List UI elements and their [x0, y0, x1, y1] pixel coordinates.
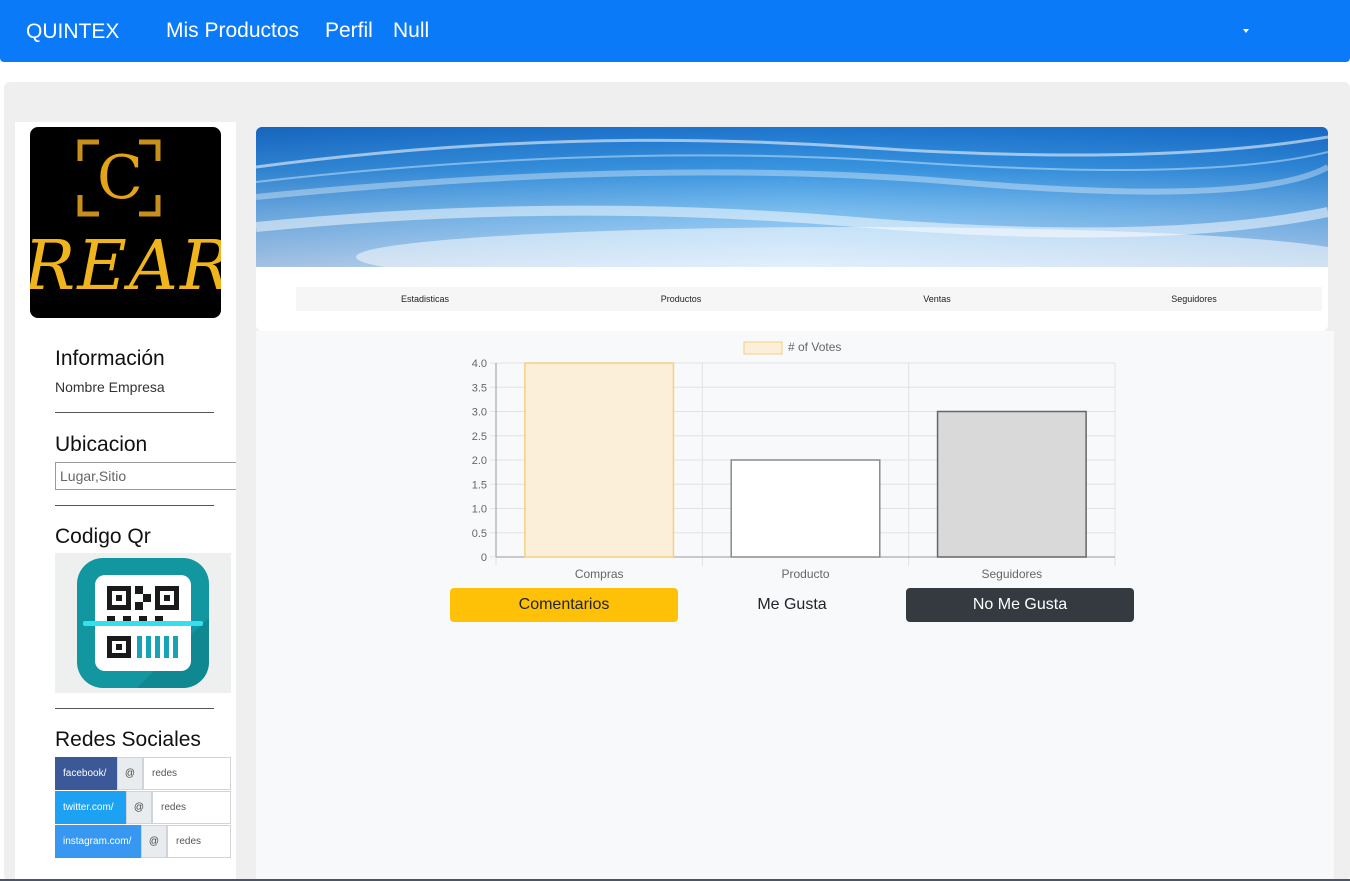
tab-bar: Estadisticas Productos Ventas Seguidores	[296, 287, 1322, 311]
qr-title: Codigo Qr	[55, 525, 151, 548]
comments-button[interactable]: Comentarios	[450, 588, 678, 622]
dislike-button[interactable]: No Me Gusta	[906, 588, 1134, 622]
votes-bar-chart: # of Votes 4.0 3.5 3.0 2.5 2.0 1.5 1.0 0.5 0 Compr…	[472, 340, 1116, 581]
qr-scan-icon	[77, 558, 209, 688]
company-name: Nombre Empresa	[55, 379, 165, 395]
logo-letter: C	[97, 143, 143, 213]
nav-link-perfil[interactable]: Perfil	[325, 19, 373, 43]
bar-producto	[730, 459, 881, 558]
legend-label: # of Votes	[788, 340, 841, 354]
nav-link-null[interactable]: Null	[393, 19, 429, 43]
location-title: Ubicacion	[55, 433, 148, 456]
tab-seguidores[interactable]: Seguidores	[1134, 287, 1254, 311]
social-row-instagram: instagram.com/ @	[55, 825, 231, 858]
logo-text: REAR	[30, 227, 221, 306]
y-tick-label: 3.5	[472, 382, 487, 394]
y-tick-label: 0	[481, 552, 487, 564]
instagram-input[interactable]	[167, 825, 231, 858]
x-tick-label: Producto	[781, 567, 829, 581]
tab-estadisticas[interactable]: Estadisticas	[365, 287, 485, 311]
facebook-input[interactable]	[143, 757, 231, 790]
y-tick-label: 0.5	[472, 528, 487, 540]
top-navbar: QUINTEX Mis Productos Perfil Null	[0, 0, 1350, 62]
divider	[55, 412, 214, 413]
social-row-facebook: facebook/ @	[55, 757, 231, 790]
info-title: Información	[55, 347, 165, 370]
dropdown-caret-icon[interactable]	[1243, 29, 1249, 33]
social-row-twitter: twitter.com/ @	[55, 791, 231, 824]
y-tick-label: 1.0	[472, 504, 487, 516]
at-addon: @	[117, 757, 143, 790]
facebook-prefix: facebook/	[55, 757, 117, 790]
social-title: Redes Sociales	[55, 728, 201, 751]
x-tick-label: Seguidores	[981, 567, 1042, 581]
x-tick-label: Compras	[575, 567, 624, 581]
twitter-input[interactable]	[152, 791, 231, 824]
like-button[interactable]: Me Gusta	[678, 588, 906, 622]
nav-link-mis-productos[interactable]: Mis Productos	[166, 19, 299, 43]
twitter-prefix: twitter.com/	[55, 791, 126, 824]
y-tick-label: 1.5	[472, 479, 487, 491]
at-addon: @	[141, 825, 167, 858]
at-addon: @	[126, 791, 152, 824]
cover-banner	[256, 127, 1328, 267]
legend-swatch	[743, 341, 783, 355]
divider	[55, 505, 214, 506]
y-tick-label: 2.5	[472, 431, 487, 443]
y-tick-label: 3.0	[472, 407, 487, 419]
y-tick-label: 4.0	[472, 358, 487, 370]
y-tick-label: 2.0	[472, 455, 487, 467]
divider	[55, 708, 214, 709]
tab-ventas[interactable]: Ventas	[877, 287, 997, 311]
bar-seguidores	[936, 410, 1087, 558]
navbar-brand[interactable]: QUINTEX	[26, 20, 119, 44]
company-logo: C REAR	[30, 127, 221, 318]
tab-productos[interactable]: Productos	[621, 287, 741, 311]
location-input[interactable]	[55, 462, 236, 490]
qr-code-image	[55, 553, 231, 693]
bar-compras	[524, 362, 675, 558]
instagram-prefix: instagram.com/	[55, 825, 141, 858]
